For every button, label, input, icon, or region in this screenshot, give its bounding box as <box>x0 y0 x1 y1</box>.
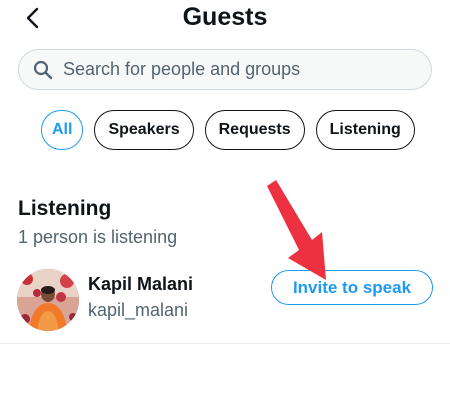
section-subtitle: 1 person is listening <box>18 227 178 247</box>
chevron-left-icon <box>26 7 39 29</box>
search-bar[interactable] <box>18 49 432 90</box>
avatar[interactable] <box>17 269 79 331</box>
filter-chip-listening[interactable]: Listening <box>315 110 415 150</box>
page-title: Guests <box>182 3 268 31</box>
search-icon <box>33 60 53 80</box>
search-input[interactable] <box>63 59 423 80</box>
person-handle: kapil_malani <box>88 300 189 320</box>
section-title: Listening <box>18 197 112 220</box>
back-button[interactable] <box>18 4 46 32</box>
filter-chips: All Speakers Requests Listening <box>41 110 415 150</box>
invite-to-speak-button[interactable]: Invite to speak <box>271 270 433 305</box>
list-item: Kapil Malani kapil_malani Invite to spea… <box>0 262 450 342</box>
divider <box>0 343 450 344</box>
guests-screen: Guests All Speakers Requests Listening L… <box>0 0 450 400</box>
filter-chip-all[interactable]: All <box>41 110 84 150</box>
filter-chip-requests[interactable]: Requests <box>204 110 305 150</box>
person-name: Kapil Malani <box>88 274 194 294</box>
filter-chip-speakers[interactable]: Speakers <box>94 110 194 150</box>
